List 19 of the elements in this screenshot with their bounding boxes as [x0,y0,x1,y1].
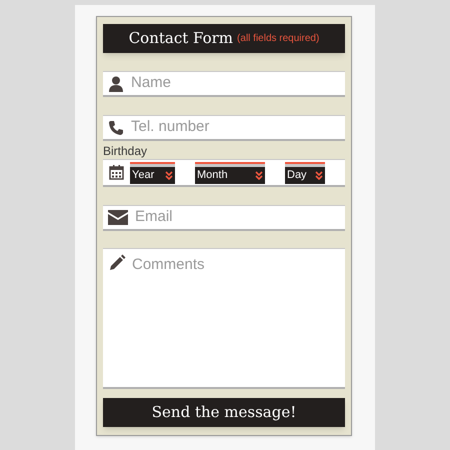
person-icon [108,76,124,92]
email-placeholder: Email [135,207,173,228]
dropdown-value: Month [197,168,228,183]
form-title: Contact Form [128,28,234,50]
birthday-label: Birthday [103,144,148,159]
phone-icon [108,120,124,136]
envelope-icon [108,210,128,225]
chevron-icon [315,170,323,180]
phone-placeholder: Tel. number [131,117,210,138]
name-placeholder: Name [131,73,172,94]
pencil-icon [108,254,126,272]
dropdown-value: Year [132,168,154,183]
dropdown-value: Day [287,168,307,183]
chevron-icon [255,170,263,180]
required-note: (all fields required) [237,32,320,46]
calendar-icon [109,165,124,180]
send-button[interactable]: Send the message! [103,398,345,427]
comments-placeholder: Comments [132,255,205,275]
chevron-icon [165,170,173,180]
